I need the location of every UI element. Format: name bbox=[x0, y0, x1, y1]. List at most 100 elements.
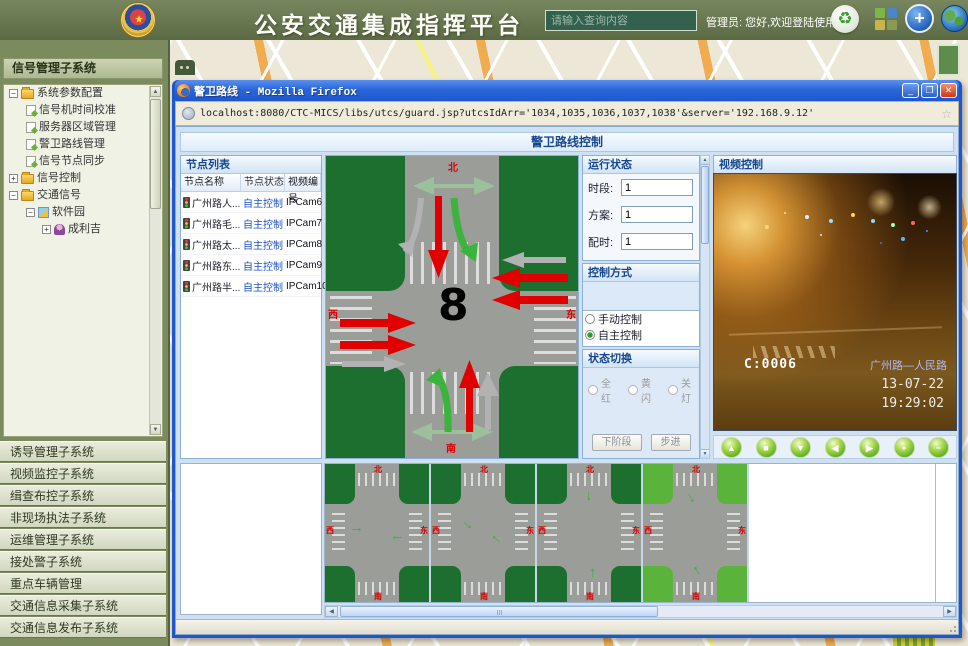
field-label-timing: 配时: bbox=[588, 234, 621, 250]
scrollbar-thumb[interactable] bbox=[150, 99, 161, 209]
phase-thumbnail-2[interactable]: 北 南 西 东 → ← bbox=[431, 464, 537, 602]
radio-icon[interactable] bbox=[585, 314, 595, 324]
sidebar-item-offsite-enforcement[interactable]: 非现场执法子系统 bbox=[0, 507, 166, 528]
node-list-panel: 节点列表 节点名称 节点状态 视频编号 广州路人... 自主控制 IPCam6 … bbox=[180, 155, 322, 459]
scroll-up-icon[interactable]: ▲ bbox=[701, 156, 709, 165]
street-lights bbox=[784, 212, 786, 214]
period-input[interactable] bbox=[621, 179, 693, 196]
close-button[interactable]: ✕ bbox=[940, 83, 957, 98]
scroll-left-icon[interactable]: ◀ bbox=[325, 606, 338, 617]
controls-scrollbar[interactable]: ▲ ▼ bbox=[700, 155, 710, 459]
ptz-up-button[interactable]: ▲ bbox=[721, 437, 742, 458]
apps-grid-icon[interactable] bbox=[875, 8, 898, 31]
url-text[interactable]: localhost:8080/CTC-MICS/libs/utcs/guard.… bbox=[200, 108, 936, 119]
node-status-link[interactable]: 自主控制 bbox=[241, 258, 285, 273]
sidebar-item-operations-management[interactable]: 运维管理子系统 bbox=[0, 529, 166, 550]
collapse-icon[interactable]: − bbox=[9, 89, 18, 98]
scroll-right-icon[interactable]: ▶ bbox=[943, 606, 956, 617]
radio-yellow-flash[interactable]: 黄闪 bbox=[628, 375, 659, 405]
thumbnails-scrollbar[interactable]: ◀ ▶ bbox=[324, 605, 957, 618]
node-status-link[interactable]: 自主控制 bbox=[241, 195, 285, 210]
radio-all-red[interactable]: 全红 bbox=[588, 375, 619, 405]
tree-folder-traffic-signal[interactable]: − 交通信号 bbox=[4, 187, 162, 204]
table-row[interactable]: 广州路东... 自主控制 IPCam9 bbox=[181, 255, 321, 276]
tree-item-guard-route-management[interactable]: 警卫路线管理 bbox=[4, 136, 162, 153]
camera-location-overlay: 广州路—人民路 bbox=[870, 357, 947, 373]
radio-icon[interactable] bbox=[628, 385, 638, 395]
timing-input[interactable] bbox=[621, 233, 693, 250]
sidebar-item-guidance-management[interactable]: 诱导管理子系统 bbox=[0, 441, 166, 462]
globe-icon[interactable] bbox=[941, 5, 968, 32]
window-titlebar[interactable]: 警卫路线 - Mozilla Firefox _ ❐ ✕ bbox=[175, 80, 959, 101]
tree-item-signal-node-sync[interactable]: 信号节点同步 bbox=[4, 153, 162, 170]
ptz-left-button[interactable]: ◀ bbox=[825, 437, 846, 458]
sidebar-item-key-vehicle-management[interactable]: 重点车辆管理 bbox=[0, 573, 166, 594]
tree-folder-signal-control[interactable]: + 信号控制 bbox=[4, 170, 162, 187]
sidebar-item-traffic-info-publishing[interactable]: 交通信息发布子系统 bbox=[0, 617, 166, 638]
phase-thumbnail-3[interactable]: 北 南 西 东 ↓ ↑ bbox=[537, 464, 643, 602]
sidebar-item-police-dispatch[interactable]: 接处警子系统 bbox=[0, 551, 166, 572]
url-bar[interactable]: localhost:8080/CTC-MICS/libs/utcs/guard.… bbox=[175, 101, 959, 126]
scrollbar-thumb[interactable] bbox=[340, 606, 658, 617]
table-row[interactable]: 广州路半... 自主控制 IPCam10 bbox=[181, 276, 321, 297]
radio-icon[interactable] bbox=[668, 385, 678, 395]
resize-grip[interactable] bbox=[954, 630, 956, 632]
radio-manual-control[interactable]: 手动控制 bbox=[583, 311, 699, 327]
node-status-link[interactable]: 自主控制 bbox=[241, 216, 285, 231]
traffic-light-icon bbox=[183, 260, 190, 271]
radio-icon[interactable] bbox=[588, 385, 598, 395]
plan-input[interactable] bbox=[621, 206, 693, 223]
tree-folder-system-params[interactable]: − 系统参数配置 bbox=[4, 85, 162, 102]
step-button[interactable]: 步进 bbox=[651, 434, 691, 451]
table-row[interactable]: 广州路人... 自主控制 IPCam6 bbox=[181, 192, 321, 213]
direction-label-north: 北 bbox=[448, 159, 458, 174]
scrollbar-thumb[interactable] bbox=[701, 166, 709, 244]
direction-label-east: 东 bbox=[566, 306, 576, 321]
expand-icon[interactable]: + bbox=[9, 174, 18, 183]
ptz-stop-button[interactable]: ■ bbox=[756, 437, 777, 458]
phase-thumbnail-1[interactable]: 北 南 西 东 → ← bbox=[325, 464, 431, 602]
expand-icon[interactable]: + bbox=[42, 225, 51, 234]
radio-checked-icon[interactable] bbox=[585, 330, 595, 340]
minimize-button[interactable]: _ bbox=[902, 83, 919, 98]
refresh-icon[interactable]: ♻ bbox=[831, 5, 859, 33]
sidebar-item-investigation-control[interactable]: 缉查布控子系统 bbox=[0, 485, 166, 506]
next-stage-button[interactable]: 下阶段 bbox=[592, 434, 642, 451]
bookmark-star-icon[interactable]: ☆ bbox=[941, 107, 952, 121]
map-overview-box bbox=[937, 44, 960, 76]
sidebar-item-traffic-info-collection[interactable]: 交通信息采集子系统 bbox=[0, 595, 166, 616]
collapse-icon[interactable]: − bbox=[9, 191, 18, 200]
ptz-right-button[interactable]: ▶ bbox=[859, 437, 880, 458]
phase-thumbnail-4[interactable]: 北 南 西 东 ↓ ↑ bbox=[643, 464, 749, 602]
scroll-down-icon[interactable]: ▼ bbox=[701, 449, 709, 458]
collapse-icon[interactable]: − bbox=[26, 208, 35, 217]
sidebar-item-video-surveillance[interactable]: 视频监控子系统 bbox=[0, 463, 166, 484]
ptz-zoom-out-button[interactable]: − bbox=[928, 437, 949, 458]
node-status-link[interactable]: 自主控制 bbox=[241, 279, 285, 294]
maximize-button[interactable]: ❐ bbox=[921, 83, 938, 98]
search-input[interactable] bbox=[545, 10, 697, 31]
map-panel-handle[interactable] bbox=[175, 60, 195, 75]
field-label-plan: 方案: bbox=[588, 207, 621, 223]
tree-item-signal-time-calibration[interactable]: 信号机时间校准 bbox=[4, 102, 162, 119]
ptz-zoom-in-button[interactable]: + bbox=[894, 437, 915, 458]
firefox-icon bbox=[177, 84, 190, 97]
ptz-down-button[interactable]: ▼ bbox=[790, 437, 811, 458]
control-mode-panel: 控制方式 手动控制 自主控制 bbox=[582, 263, 700, 347]
node-status-link[interactable]: 自主控制 bbox=[241, 237, 285, 252]
radio-lights-off[interactable]: 关灯 bbox=[668, 375, 699, 405]
tree-item-server-area-management[interactable]: 服务器区域管理 bbox=[4, 119, 162, 136]
add-button[interactable]: + bbox=[905, 4, 934, 33]
tree-scrollbar[interactable]: ▲ ▼ bbox=[149, 86, 161, 435]
field-label-period: 时段: bbox=[588, 180, 621, 196]
tree-item-software-park[interactable]: − 软件园 bbox=[4, 204, 162, 221]
sidebar-title-signal-management[interactable]: 信号管理子系统 bbox=[3, 58, 163, 79]
guard-route-window: 警卫路线 - Mozilla Firefox _ ❐ ✕ localhost:8… bbox=[172, 80, 962, 638]
radio-autonomous-control[interactable]: 自主控制 bbox=[583, 327, 699, 343]
scroll-down-icon[interactable]: ▼ bbox=[150, 424, 161, 435]
scroll-up-icon[interactable]: ▲ bbox=[150, 86, 161, 97]
table-row[interactable]: 广州路毛... 自主控制 IPCam7 bbox=[181, 213, 321, 234]
tree-item-chenliji[interactable]: + 成利吉 bbox=[4, 221, 162, 238]
table-row[interactable]: 广州路太... 自主控制 IPCam8 bbox=[181, 234, 321, 255]
camera-video-feed[interactable]: C:0006 广州路—人民路 13-07-22 19:29:02 bbox=[713, 173, 957, 431]
